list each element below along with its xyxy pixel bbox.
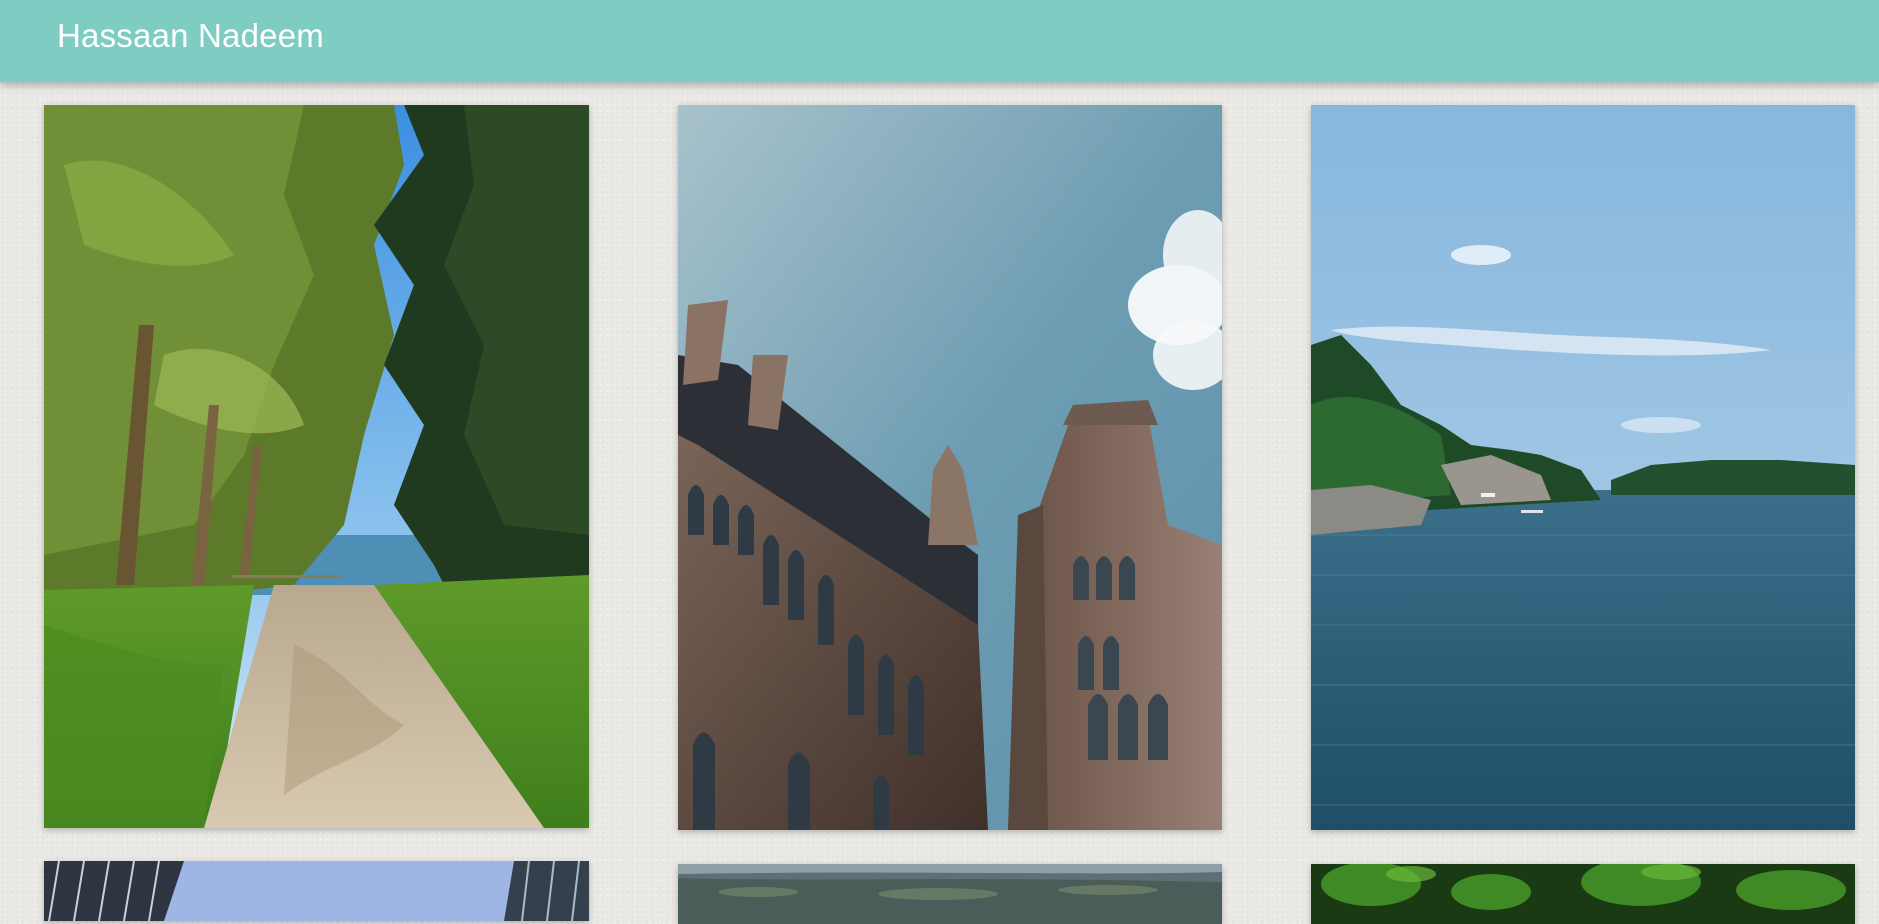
photo-card-green-trees[interactable] <box>1311 864 1855 924</box>
photo-card-gothic-building[interactable] <box>678 105 1222 830</box>
lake-islands-photo <box>1311 105 1855 830</box>
photo-card-forest-path[interactable] <box>44 105 589 828</box>
site-title[interactable]: Hassaan Nadeem <box>57 17 324 55</box>
aerial-landscape-photo <box>678 864 1222 924</box>
photo-card-city-towers[interactable] <box>44 861 589 921</box>
app-header: Hassaan Nadeem <box>0 0 1879 82</box>
photo-card-lake-islands[interactable] <box>1311 105 1855 830</box>
photo-card-aerial-landscape[interactable] <box>678 864 1222 924</box>
forest-path-photo <box>44 105 589 828</box>
green-trees-photo <box>1311 864 1855 924</box>
city-towers-photo <box>44 861 589 921</box>
gothic-building-photo <box>678 105 1222 830</box>
